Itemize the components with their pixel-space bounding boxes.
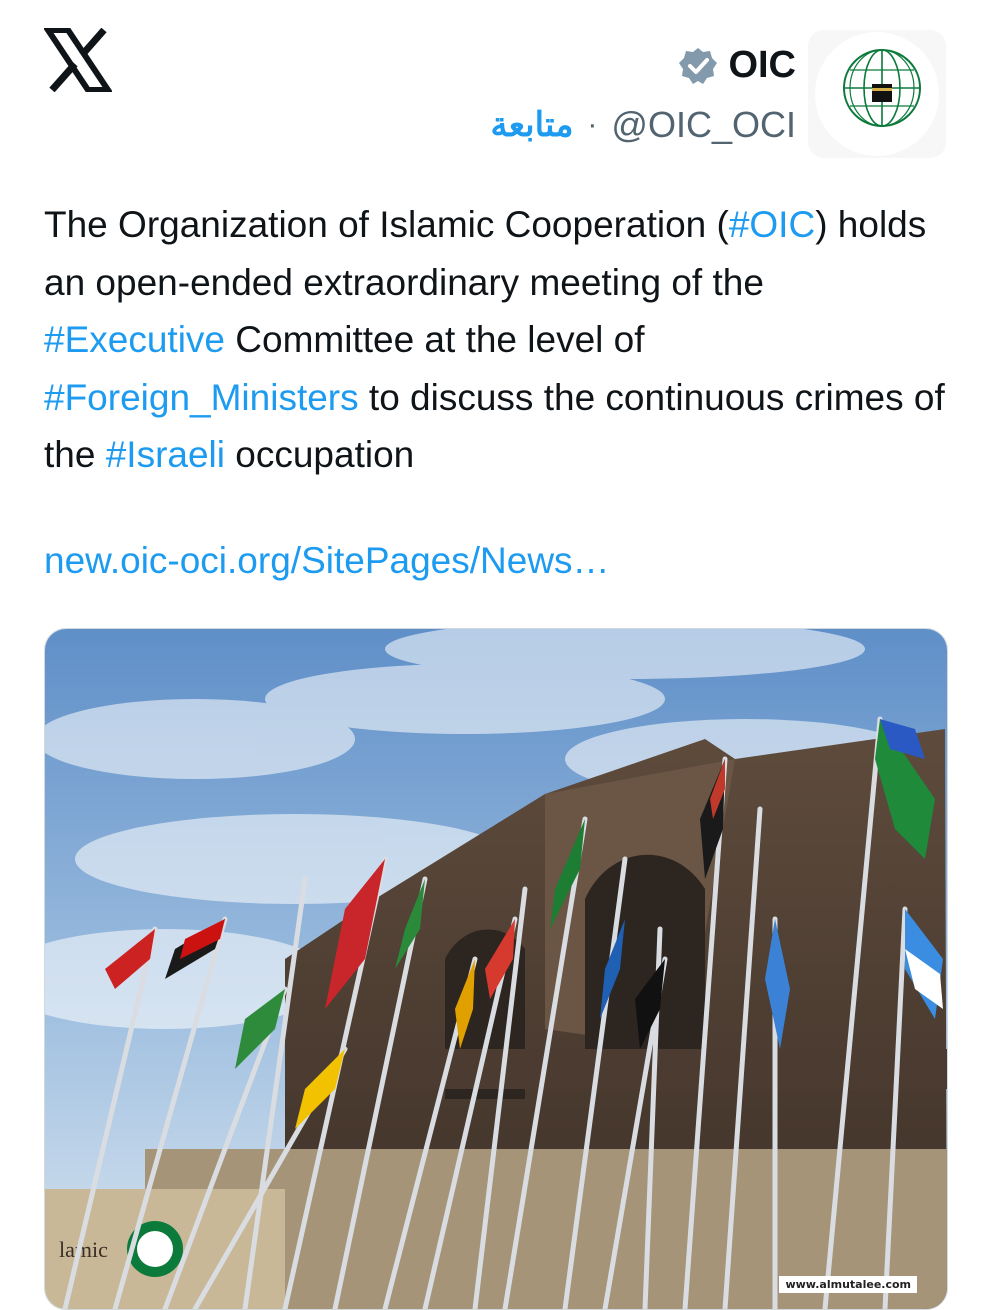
oic-headquarters-photo: lamic xyxy=(45,629,947,1309)
hashtag-link[interactable]: #Executive xyxy=(44,319,225,360)
tweet-media-photo[interactable]: lamic www.almutalee.com xyxy=(44,628,948,1310)
account-name[interactable]: OIC xyxy=(728,44,796,87)
x-logo-icon[interactable] xyxy=(44,28,112,92)
handle-row: متابعة · @OIC_OCI xyxy=(490,104,796,146)
avatar[interactable] xyxy=(808,30,946,158)
account-handle[interactable]: @OIC_OCI xyxy=(611,104,796,146)
oic-emblem-icon xyxy=(815,32,939,156)
follow-button[interactable]: متابعة xyxy=(490,105,573,145)
hashtag-link[interactable]: #OIC xyxy=(729,204,815,245)
tweet-text-segment: Committee at the level of xyxy=(225,319,645,360)
tweet-text-segment: The Organization of Islamic Cooperation … xyxy=(44,204,729,245)
account-name-row[interactable]: OIC xyxy=(678,44,796,87)
separator-dot: · xyxy=(587,108,598,141)
tweet-text: The Organization of Islamic Cooperation … xyxy=(44,196,954,484)
hashtag-link[interactable]: #Israeli xyxy=(106,434,225,475)
watermark: www.almutalee.com xyxy=(779,1276,917,1293)
tweet-text-segment: occupation xyxy=(225,434,415,475)
hashtag-link[interactable]: #Foreign_Ministers xyxy=(44,377,359,418)
tweet-link[interactable]: new.oic-oci.org/SitePages/News… xyxy=(44,540,610,582)
verified-badge-icon xyxy=(679,47,718,84)
